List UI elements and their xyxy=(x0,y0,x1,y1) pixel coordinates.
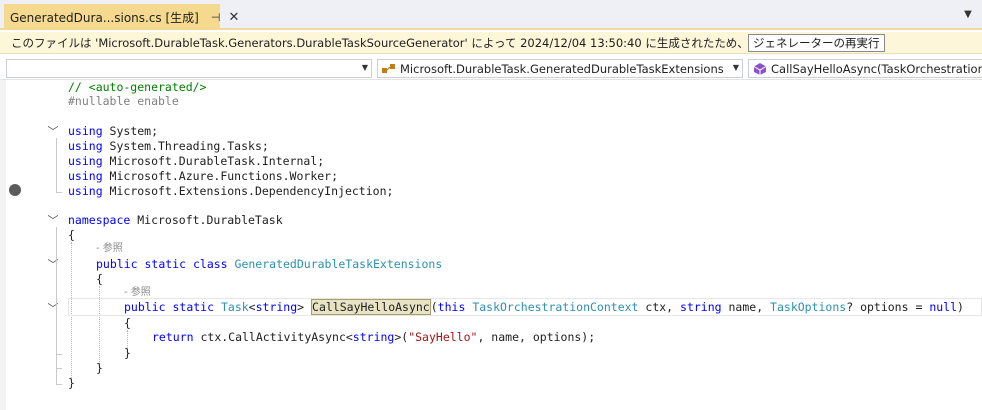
member-dropdown[interactable]: CallSayHelloAsync(TaskOrchestrationConte… xyxy=(748,59,982,78)
code-text: ctx.CallActivityAsync< xyxy=(193,330,353,344)
code-text: } xyxy=(68,376,75,390)
code-text: >( xyxy=(394,330,409,344)
code-text: Microsoft.DurableTask.Internal; xyxy=(102,154,325,168)
code-text: ) xyxy=(957,300,964,314)
keyword: using xyxy=(68,139,103,153)
code-line: public static Task<string> CallSayHelloA… xyxy=(124,299,964,315)
rerun-generator-button[interactable]: ジェネレーターの再実行 xyxy=(748,34,885,52)
project-dropdown[interactable]: ▼ xyxy=(6,59,372,78)
breakpoint-margin[interactable] xyxy=(6,80,26,410)
type-name: GeneratedDurableTaskExtensions xyxy=(234,257,443,271)
code-line: using Microsoft.Extensions.DependencyInj… xyxy=(68,184,393,199)
keyword: class xyxy=(192,257,228,271)
keyword: using xyxy=(68,169,103,183)
code-text: Microsoft.Azure.Functions.Worker; xyxy=(102,169,339,183)
code-line: } xyxy=(68,376,75,391)
code-editor[interactable]: ﹀ ﹀ ﹀ ﹀ // <auto-generated/> #nullable e… xyxy=(0,80,982,410)
code-line: using Microsoft.DurableTask.Internal; xyxy=(68,154,324,169)
chevron-down-icon: ▼ xyxy=(361,63,368,72)
fold-guide-end xyxy=(56,384,62,385)
code-line: using System.Threading.Tasks; xyxy=(68,139,269,154)
code-text: Microsoft.Extensions.DependencyInjection… xyxy=(102,184,394,198)
comment: // <auto-generated/> xyxy=(68,80,207,94)
code-text: } xyxy=(96,361,103,375)
code-text: name, xyxy=(721,300,771,314)
fold-guide xyxy=(56,315,57,354)
code-text: ctx, xyxy=(638,300,681,314)
code-text: { xyxy=(96,272,103,286)
navigation-bar: ▼ Microsoft.DurableTask.GeneratedDurable… xyxy=(0,56,982,80)
type-dropdown[interactable]: Microsoft.DurableTask.GeneratedDurableTa… xyxy=(377,59,743,78)
method-icon xyxy=(753,62,767,75)
tab-overflow-dropdown-icon[interactable]: ▼ xyxy=(960,6,976,22)
infobar-message: このファイルは 'Microsoft.DurableTask.Generator… xyxy=(11,35,841,50)
fold-guide xyxy=(56,138,57,192)
code-line: #nullable enable xyxy=(68,94,179,109)
code-line: using Microsoft.Azure.Functions.Worker; xyxy=(68,169,338,184)
keyword: return xyxy=(152,330,194,344)
keyword: namespace xyxy=(68,213,131,227)
fold-chevron-icon[interactable]: ﹀ xyxy=(46,301,60,315)
chevron-down-icon: ▼ xyxy=(732,63,739,72)
tab-title: GeneratedDura...sions.cs [生成] xyxy=(10,10,199,25)
type-name: TaskOptions xyxy=(770,300,847,314)
code-line: public static class GeneratedDurableTask… xyxy=(96,257,442,272)
code-line: using System; xyxy=(68,124,158,139)
type-name: TaskOrchestrationContext xyxy=(472,300,639,314)
keyword: using xyxy=(68,184,103,198)
keyword: public xyxy=(96,257,138,271)
preprocessor-directive: #nullable enable xyxy=(68,94,179,108)
code-line: } xyxy=(96,361,103,376)
string-literal: "SayHello" xyxy=(408,330,478,344)
fold-guide-end xyxy=(56,192,62,193)
type-name: Task xyxy=(220,300,249,314)
code-line: // <auto-generated/> xyxy=(68,80,206,95)
class-icon xyxy=(382,63,395,73)
document-tab[interactable]: GeneratedDura...sions.cs [生成] ⊣ ✕ xyxy=(4,4,239,30)
code-line: namespace Microsoft.DurableTask xyxy=(68,213,283,228)
fold-chevron-icon[interactable]: ﹀ xyxy=(46,257,60,271)
code-text: ( xyxy=(430,300,438,314)
code-text: > xyxy=(297,300,305,314)
keyword: static xyxy=(172,300,215,314)
keyword: string xyxy=(680,300,722,314)
code-text: System.Threading.Tasks; xyxy=(102,139,269,153)
code-text: , name, options); xyxy=(477,330,596,344)
close-icon[interactable]: ✕ xyxy=(228,10,239,25)
code-line: return ctx.CallActivityAsync<string>("Sa… xyxy=(152,330,595,345)
code-text: System; xyxy=(102,124,159,138)
code-text: } xyxy=(124,346,131,360)
keyword: null xyxy=(929,300,958,314)
keyword: using xyxy=(68,154,103,168)
code-text: ? options = xyxy=(846,300,930,314)
keyword: public xyxy=(124,300,166,314)
keyword: string xyxy=(255,300,298,314)
code-line: { xyxy=(96,272,103,287)
pin-icon[interactable]: ⊣ xyxy=(211,11,221,24)
fold-chevron-icon[interactable]: ﹀ xyxy=(46,213,60,227)
fold-guide-end xyxy=(56,354,62,355)
type-dropdown-value: Microsoft.DurableTask.GeneratedDurableTa… xyxy=(400,61,724,76)
keyword: this xyxy=(437,300,466,314)
keyword: using xyxy=(68,124,103,138)
fold-chevron-icon[interactable]: ﹀ xyxy=(46,124,60,138)
codelens-references[interactable]: - 参照 xyxy=(96,242,123,256)
code-line: { xyxy=(124,316,131,331)
keyword: string xyxy=(352,330,395,344)
code-text: < xyxy=(248,300,256,314)
method-name-highlight: CallSayHelloAsync xyxy=(311,299,431,315)
code-line: { xyxy=(68,228,75,243)
fold-guide-end xyxy=(56,368,62,369)
code-text: { xyxy=(124,316,131,330)
document-tab-strip: GeneratedDura...sions.cs [生成] ⊣ ✕ ▼ xyxy=(0,0,982,30)
code-text: { xyxy=(68,228,75,242)
breakpoint-icon[interactable] xyxy=(9,184,21,196)
generated-file-infobar: このファイルは 'Microsoft.DurableTask.Generator… xyxy=(0,32,982,54)
code-line: } xyxy=(124,346,131,361)
keyword: static xyxy=(144,257,187,271)
codelens-references[interactable]: - 参照 xyxy=(124,286,151,300)
member-dropdown-value: CallSayHelloAsync(TaskOrchestrationConte… xyxy=(771,61,982,76)
code-text: Microsoft.DurableTask xyxy=(130,213,283,227)
